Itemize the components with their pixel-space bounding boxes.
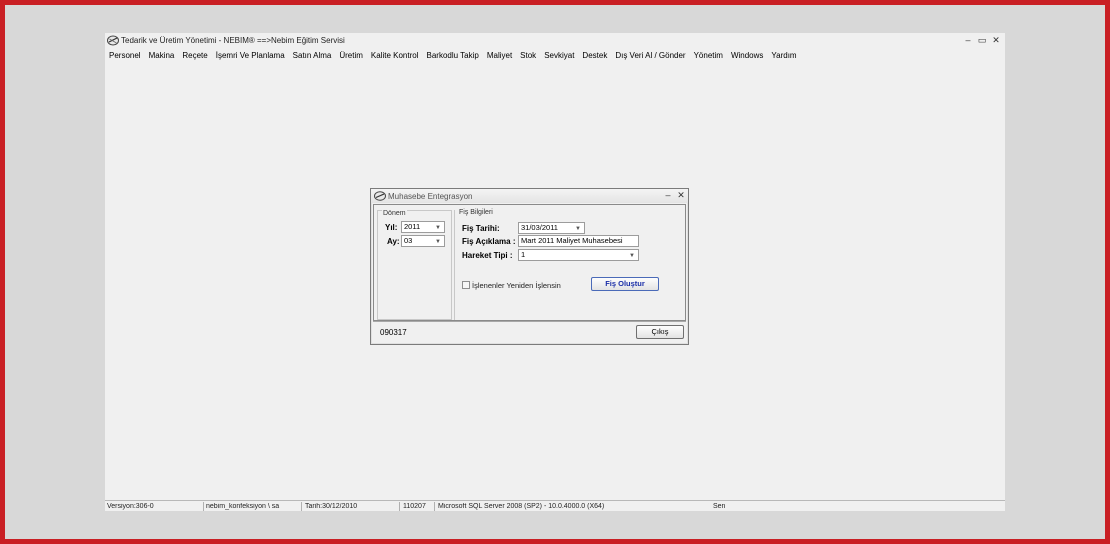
dialog-title: Muhasebe Entegrasyon — [388, 192, 473, 201]
status-user: Sen — [713, 503, 726, 510]
menu-recete[interactable]: Reçete — [178, 49, 211, 63]
year-label: Yıl: — [385, 223, 398, 232]
year-dropdown[interactable]: 2011 ▼ — [401, 221, 445, 233]
menu-yardim[interactable]: Yardım — [767, 49, 800, 63]
footer-code: 090317 — [380, 328, 407, 337]
menubar: Personel Makina Reçete İşemri Ve Planlam… — [105, 49, 1005, 63]
status-separator — [301, 502, 302, 511]
status-connection: nebim_konfeksiyon \ sa — [206, 503, 280, 510]
exit-button[interactable]: Çıkış — [636, 325, 684, 339]
menu-kalite-kontrol[interactable]: Kalite Kontrol — [367, 49, 423, 63]
menu-stok[interactable]: Stok — [516, 49, 540, 63]
status-server: Microsoft SQL Server 2008 (SP2) - 10.0.4… — [438, 503, 605, 510]
app-logo-icon — [374, 191, 386, 201]
status-separator — [399, 502, 400, 511]
dialog-minimize-button[interactable]: – — [664, 190, 672, 201]
dialog-titlebar[interactable]: Muhasebe Entegrasyon – ✕ — [371, 189, 688, 203]
period-group-label: Dönem — [382, 210, 407, 218]
slip-date-picker[interactable]: 31/03/2011 ▼ — [518, 222, 585, 234]
menu-destek[interactable]: Destek — [578, 49, 611, 63]
chevron-down-icon: ▼ — [629, 253, 635, 259]
reprocess-checkbox[interactable] — [462, 281, 470, 289]
app-titlebar[interactable]: Tedarik ve Üretim Yönetimi - NEBIM® ==>N… — [105, 33, 1005, 48]
restore-button[interactable]: ▭ — [977, 34, 987, 46]
dialog-body: Dönem Yıl: 2011 ▼ Ay: 03 ▼ Fiş Bilgileri… — [373, 204, 686, 321]
menu-windows[interactable]: Windows — [727, 49, 767, 63]
chevron-down-icon: ▼ — [435, 239, 441, 245]
movement-type-label: Hareket Tipi : — [462, 251, 513, 260]
slip-date-value: 31/03/2011 — [521, 223, 558, 232]
menu-personel[interactable]: Personel — [105, 49, 145, 63]
footer-divider — [373, 321, 686, 322]
period-group: Dönem Yıl: 2011 ▼ Ay: 03 ▼ — [377, 210, 452, 320]
menu-satin-alma[interactable]: Satın Alma — [289, 49, 336, 63]
status-date: Tarih:30/12/2010 — [305, 503, 358, 510]
status-separator — [203, 502, 204, 511]
menu-isemri[interactable]: İşemri Ve Planlama — [212, 49, 289, 63]
dialog-close-button[interactable]: ✕ — [677, 190, 685, 201]
dialog-controls: – ✕ — [664, 190, 685, 201]
slip-date-label: Fiş Tarihi: — [462, 224, 500, 233]
year-value: 2011 — [404, 222, 421, 231]
chevron-down-icon: ▼ — [575, 226, 581, 232]
month-value: 03 — [404, 236, 413, 245]
app-title: Tedarik ve Üretim Yönetimi - NEBIM® ==>N… — [121, 36, 345, 45]
status-version: Versiyon:306-0 — [107, 503, 154, 510]
menu-dis-veri[interactable]: Dış Veri Al / Gönder — [611, 49, 689, 63]
month-dropdown[interactable]: 03 ▼ — [401, 235, 445, 247]
muhasebe-entegrasyon-dialog: Muhasebe Entegrasyon – ✕ Dönem Yıl: 2011… — [370, 188, 689, 345]
movement-type-value: 1 — [521, 250, 526, 259]
window-controls: – ▭ ✕ — [963, 34, 1001, 46]
menu-uretim[interactable]: Üretim — [335, 49, 367, 63]
status-separator — [434, 502, 435, 511]
menu-maliyet[interactable]: Maliyet — [483, 49, 516, 63]
slip-description-label: Fiş Açıklama : — [462, 237, 516, 246]
statusbar: Versiyon:306-0 nebim_konfeksiyon \ sa Ta… — [105, 500, 1005, 511]
slip-info-group: Fiş Bilgileri Fiş Tarihi: 31/03/2011 ▼ F… — [454, 209, 684, 320]
slip-description-value: Mart 2011 Maliyet Muhasebesi — [521, 236, 623, 245]
menu-makina[interactable]: Makina — [145, 49, 179, 63]
menu-barkodlu-takip[interactable]: Barkodlu Takip — [423, 49, 483, 63]
close-button[interactable]: ✕ — [991, 34, 1001, 46]
movement-type-dropdown[interactable]: 1 ▼ — [518, 249, 639, 261]
menu-yonetim[interactable]: Yönetim — [690, 49, 727, 63]
app-logo-icon — [107, 35, 119, 46]
menu-sevkiyat[interactable]: Sevkiyat — [540, 49, 578, 63]
slip-info-group-label: Fiş Bilgileri — [458, 209, 494, 217]
chevron-down-icon: ▼ — [435, 225, 441, 231]
slip-description-input[interactable]: Mart 2011 Maliyet Muhasebesi — [518, 235, 639, 247]
month-label: Ay: — [387, 237, 400, 246]
minimize-button[interactable]: – — [963, 34, 973, 46]
create-slip-button[interactable]: Fiş Oluştur — [591, 277, 659, 291]
status-code: 110207 — [403, 503, 426, 510]
reprocess-label: İşlenenler Yeniden İşlensin — [472, 281, 561, 290]
